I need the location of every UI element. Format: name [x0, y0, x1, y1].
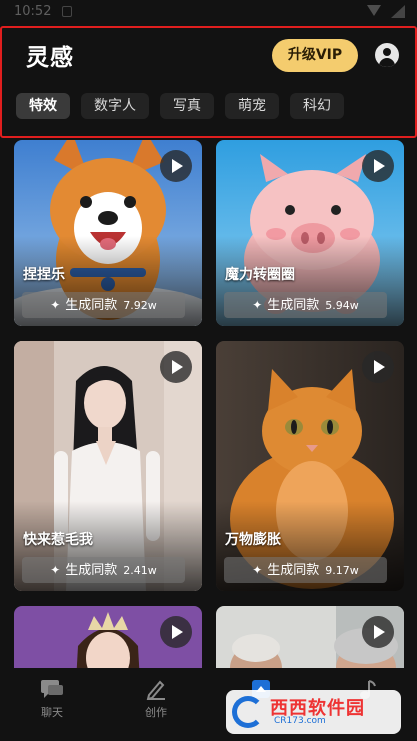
generate-same-button[interactable]: ✦ 生成同款 9.17w: [224, 557, 387, 583]
card-title: 捏捏乐: [23, 267, 65, 283]
nav-chat[interactable]: 聊天: [17, 678, 87, 720]
tab-scifi[interactable]: 科幻: [290, 93, 344, 119]
watermark-url: CR173.com: [274, 716, 326, 726]
sparkle-icon: ✦: [50, 563, 61, 577]
effect-card[interactable]: 捏捏乐 ✦ 生成同款 7.92w: [14, 140, 202, 326]
nav-create-label: 创作: [145, 706, 167, 719]
sparkle-icon: ✦: [252, 563, 263, 577]
chat-icon: [41, 680, 63, 698]
tab-portrait[interactable]: 写真: [160, 93, 214, 119]
usage-count: 7.92w: [123, 299, 157, 312]
signal-icon: [391, 5, 405, 18]
generate-same-button[interactable]: ✦ 生成同款 5.94w: [224, 292, 387, 318]
sparkle-icon: ✦: [252, 298, 263, 312]
status-time: 10:52: [14, 4, 52, 19]
tab-pets[interactable]: 萌宠: [225, 93, 279, 119]
play-icon[interactable]: [160, 351, 192, 383]
category-tabs: 特效 数字人 写真 萌宠 科幻: [16, 93, 344, 119]
usage-count: 5.94w: [325, 299, 359, 312]
sparkle-icon: ✦: [50, 298, 61, 312]
play-icon[interactable]: [160, 150, 192, 182]
effect-card[interactable]: 快来惹毛我 ✦ 生成同款 2.41w: [14, 341, 202, 591]
tab-effects[interactable]: 特效: [16, 93, 70, 119]
profile-icon[interactable]: [375, 43, 399, 67]
play-icon[interactable]: [362, 150, 394, 182]
generate-same-button[interactable]: ✦ 生成同款 7.92w: [22, 292, 185, 318]
status-bar: 10:52: [0, 0, 417, 24]
nav-chat-label: 聊天: [41, 706, 63, 719]
card-title: 魔力转圈圈: [225, 267, 295, 283]
card-title: 快来惹毛我: [23, 532, 93, 548]
page-title: 灵感: [26, 45, 74, 71]
generate-same-button[interactable]: ✦ 生成同款 2.41w: [22, 557, 185, 583]
wifi-icon: [367, 5, 381, 16]
pencil-icon: [146, 680, 165, 700]
effect-card[interactable]: 魔力转圈圈 ✦ 生成同款 5.94w: [216, 140, 404, 326]
nav-create[interactable]: 创作: [121, 678, 191, 720]
play-icon[interactable]: [362, 616, 394, 648]
play-icon[interactable]: [362, 351, 394, 383]
watermark-icon: [232, 696, 264, 728]
tab-digital-human[interactable]: 数字人: [81, 93, 149, 119]
usage-count: 9.17w: [325, 564, 359, 577]
play-icon[interactable]: [160, 616, 192, 648]
header-panel: 灵感 升级VIP 特效 数字人 写真 萌宠 科幻: [0, 26, 417, 138]
card-title: 万物膨胀: [225, 532, 281, 548]
effect-card[interactable]: 万物膨胀 ✦ 生成同款 9.17w: [216, 341, 404, 591]
upgrade-vip-button[interactable]: 升级VIP: [272, 39, 358, 72]
notification-icon: [62, 6, 72, 17]
usage-count: 2.41w: [123, 564, 157, 577]
watermark-logo: 西西软件园 CR173.com: [226, 690, 401, 734]
